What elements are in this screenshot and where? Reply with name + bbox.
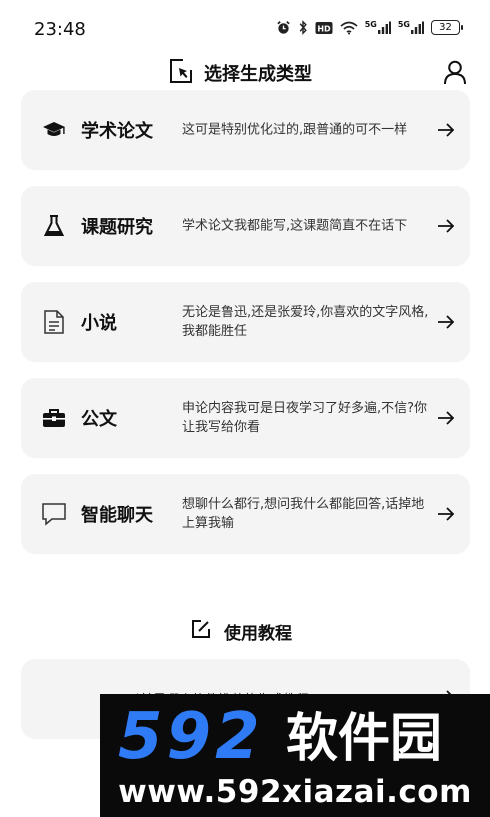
briefcase-icon bbox=[41, 405, 67, 431]
app-header: 选择生成类型 bbox=[0, 50, 490, 94]
chat-bubble-icon bbox=[41, 501, 67, 527]
watermark-overlay: 592 软件园 www.592xiazai.com bbox=[100, 694, 490, 817]
card-description: 想聊什么都行,想问我什么都能回答,话掉地上算我输 bbox=[182, 497, 425, 531]
status-icons: HD 5G 5G 32 bbox=[276, 20, 463, 35]
arrow-right-icon bbox=[436, 216, 456, 236]
status-time: 23:48 bbox=[34, 19, 86, 40]
document-icon bbox=[41, 309, 67, 335]
card-description: 这可是特别优化过的,跟普通的可不一样 bbox=[182, 122, 408, 138]
watermark-logo: 592 软件园 bbox=[118, 700, 442, 770]
card-title: 学术论文 bbox=[81, 121, 153, 142]
arrow-right-icon bbox=[436, 504, 456, 524]
type-card-novel[interactable]: 小说 无论是鲁迅,还是张爱玲,你喜欢的文字风格,我都能胜任 bbox=[21, 282, 470, 362]
card-description: 无论是鲁迅,还是张爱玲,你喜欢的文字风格,我都能胜任 bbox=[182, 305, 429, 339]
arrow-right-icon bbox=[436, 408, 456, 428]
card-title: 小说 bbox=[81, 313, 117, 334]
watermark-brand: 软件园 bbox=[286, 709, 442, 769]
card-title: 课题研究 bbox=[81, 217, 153, 238]
bluetooth-icon bbox=[298, 20, 308, 35]
signal-icon-1: 5G bbox=[365, 20, 391, 35]
card-description: 申论内容我可是日夜学习了好多遍,不信?你让我写给你看 bbox=[182, 401, 428, 435]
tutorial-title: 使用教程 bbox=[224, 623, 292, 644]
signal-icon-2: 5G bbox=[398, 20, 424, 35]
svg-text:HD: HD bbox=[317, 24, 331, 33]
card-title: 智能聊天 bbox=[81, 505, 153, 526]
edit-square-icon bbox=[190, 618, 212, 644]
wifi-icon bbox=[340, 21, 358, 35]
type-card-research-topic[interactable]: 课题研究 学术论文我都能写,这课题简直不在话下 bbox=[21, 186, 470, 266]
watermark-digits: 592 bbox=[118, 700, 264, 770]
graduation-cap-icon bbox=[41, 117, 67, 143]
card-description: 学术论文我都能写,这课题简直不在话下 bbox=[182, 218, 408, 234]
arrow-right-icon bbox=[436, 120, 456, 140]
arrow-right-icon bbox=[436, 312, 456, 332]
header-title-group: 选择生成类型 bbox=[168, 58, 312, 88]
page-title: 选择生成类型 bbox=[204, 64, 312, 85]
card-title: 公文 bbox=[81, 409, 117, 430]
type-card-official-document[interactable]: 公文 申论内容我可是日夜学习了好多遍,不信?你让我写给你看 bbox=[21, 378, 470, 458]
battery-indicator: 32 bbox=[431, 20, 463, 35]
type-card-smart-chat[interactable]: 智能聊天 想聊什么都行,想问我什么都能回答,话掉地上算我输 bbox=[21, 474, 470, 554]
watermark-url: www.592xiazai.com bbox=[118, 774, 472, 810]
flask-icon bbox=[41, 213, 67, 239]
hd-icon: HD bbox=[315, 21, 333, 35]
user-icon[interactable] bbox=[442, 59, 468, 85]
alarm-icon bbox=[276, 20, 291, 35]
type-card-academic-paper[interactable]: 学术论文 这可是特别优化过的,跟普通的可不一样 bbox=[21, 90, 470, 170]
cursor-box-icon bbox=[168, 58, 194, 88]
tutorial-heading: 使用教程 bbox=[190, 618, 292, 644]
